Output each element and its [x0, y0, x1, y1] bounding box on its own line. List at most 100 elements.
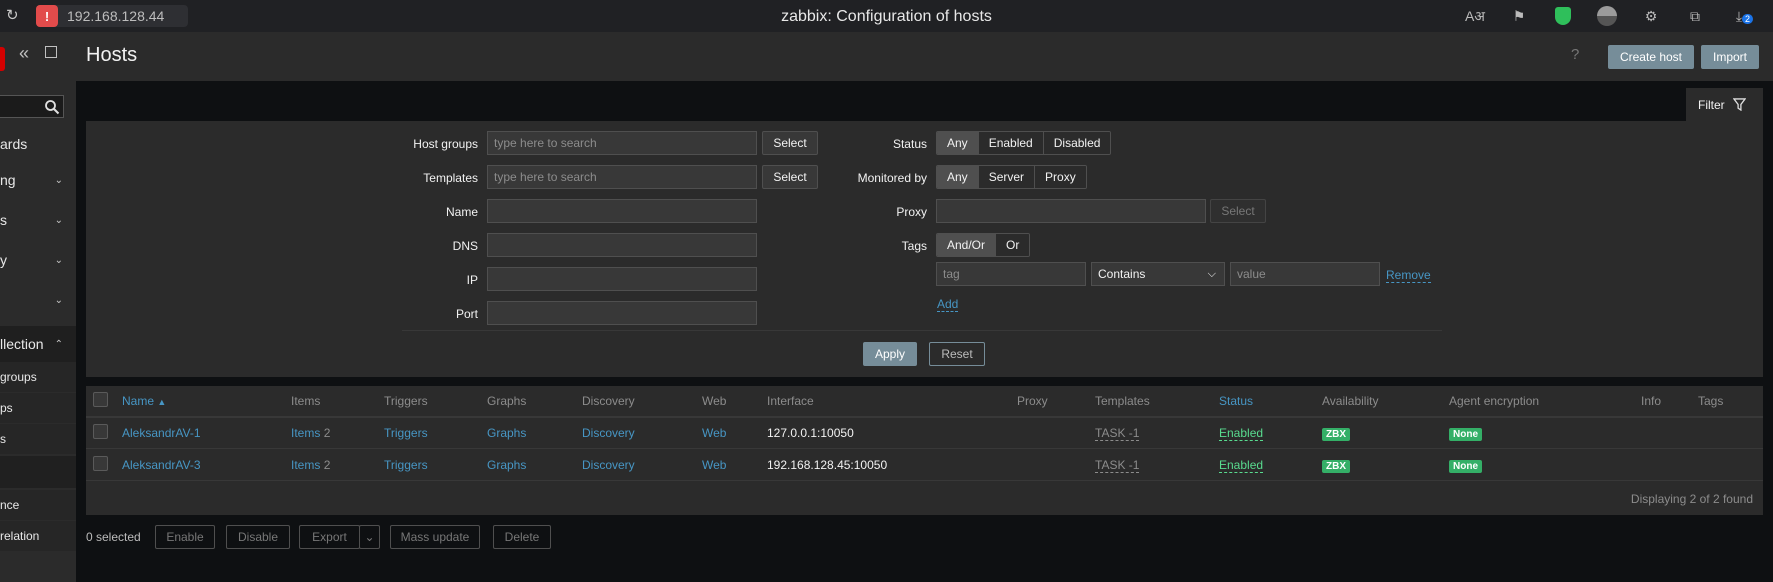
robot-extension-icon[interactable]: ⚙: [1629, 6, 1673, 26]
monitored-server[interactable]: Server: [977, 166, 1035, 188]
remove-tag-link[interactable]: Remove: [1386, 268, 1431, 283]
tag-value-input[interactable]: [1230, 262, 1380, 286]
discovery-link[interactable]: Discovery: [582, 458, 635, 472]
select-all-checkbox[interactable]: [93, 392, 108, 407]
sidebar-subitem-hosts[interactable]: [0, 456, 76, 488]
chevron-down-icon: ⌄: [54, 254, 63, 266]
name-input[interactable]: [487, 199, 757, 223]
host-name-link[interactable]: AleksandrAV-1: [122, 426, 201, 440]
column-items: Items: [291, 394, 321, 408]
shield-extension-icon[interactable]: [1541, 6, 1585, 26]
sidebar-item-dashboards[interactable]: ards: [0, 126, 76, 162]
search-icon[interactable]: [44, 99, 60, 115]
ip-input[interactable]: [487, 267, 757, 291]
sidebar-subitem-host-groups[interactable]: ps: [0, 393, 76, 423]
port-input[interactable]: [487, 301, 757, 325]
items-count: 2: [323, 458, 331, 472]
tag-operator-select[interactable]: Contains ⌵: [1091, 262, 1225, 286]
import-button[interactable]: Import: [1701, 45, 1759, 69]
templates-input[interactable]: [487, 165, 757, 189]
row-checkbox[interactable]: [93, 456, 108, 471]
row-divider: [86, 448, 1763, 449]
table-footer-count: Displaying 2 of 2 found: [1630, 492, 1753, 506]
triggers-link[interactable]: Triggers: [384, 458, 428, 472]
row-divider: [86, 480, 1763, 481]
graphs-link[interactable]: Graphs: [487, 426, 526, 440]
column-agent-encryption: Agent encryption: [1449, 394, 1540, 408]
bookmark-icon[interactable]: ⚑: [1497, 6, 1541, 26]
sidebar-item-reports[interactable]: ⌄: [0, 282, 76, 318]
monitored-proxy[interactable]: Proxy: [1034, 166, 1086, 188]
dns-input[interactable]: [487, 233, 757, 257]
collections-icon[interactable]: ⧉: [1673, 6, 1717, 26]
template-link[interactable]: TASK -1: [1095, 458, 1140, 473]
status-link[interactable]: Enabled: [1219, 458, 1264, 473]
host-name-link[interactable]: AleksandrAV-3: [122, 458, 201, 472]
sidebar-subitem-template-groups[interactable]: groups: [0, 362, 76, 392]
tags-and-or[interactable]: And/Or: [937, 234, 996, 256]
proxy-input[interactable]: [936, 199, 1206, 223]
template-link[interactable]: TASK -1: [1095, 426, 1140, 441]
page-header: Hosts ? Create host Import: [76, 32, 1773, 81]
sidebar-item-services[interactable]: s ⌄: [0, 202, 76, 238]
encryption-badge: None: [1449, 460, 1482, 473]
sidebar-item-monitoring[interactable]: ng ⌄: [0, 162, 76, 198]
export-button[interactable]: Export: [299, 525, 360, 549]
web-link[interactable]: Web: [702, 458, 726, 472]
items-link[interactable]: Items: [291, 426, 320, 440]
column-discovery: Discovery: [582, 394, 635, 408]
export-dropdown-icon[interactable]: ⌄: [359, 525, 380, 549]
create-host-button[interactable]: Create host: [1608, 45, 1694, 69]
sidebar-subitem-templates[interactable]: s: [0, 424, 76, 454]
enable-button[interactable]: Enable: [155, 525, 215, 549]
status-link[interactable]: Enabled: [1219, 426, 1264, 441]
status-any[interactable]: Any: [937, 132, 978, 154]
sidebar: « ards ng ⌄ s ⌄ y ⌄ ⌄ llection ⌃ groups ps s…: [0, 32, 76, 582]
add-tag-link[interactable]: Add: [937, 297, 959, 312]
sidebar-subitem-maintenance[interactable]: nce: [0, 490, 76, 520]
column-graphs: Graphs: [487, 394, 527, 408]
triggers-link[interactable]: Triggers: [384, 426, 428, 440]
mass-update-button[interactable]: Mass update: [390, 525, 480, 549]
address-bar[interactable]: ! 192.168.128.44: [36, 5, 188, 27]
sidebar-item-data-collection[interactable]: llection ⌃: [0, 326, 76, 362]
proxy-select-button[interactable]: Select: [1210, 199, 1266, 223]
disable-button[interactable]: Disable: [226, 525, 290, 549]
discovery-link[interactable]: Discovery: [582, 426, 635, 440]
status-enabled[interactable]: Enabled: [977, 132, 1043, 154]
disk-extension-icon[interactable]: [1585, 6, 1629, 26]
tags-toggle: And/Or Or: [936, 233, 1031, 257]
sidebar-subitem-event-correlation[interactable]: relation: [0, 521, 76, 551]
undock-sidebar-icon[interactable]: [45, 46, 57, 58]
translate-icon[interactable]: Aअ: [1453, 6, 1497, 26]
reset-button[interactable]: Reset: [929, 342, 985, 366]
availability-badge: ZBX: [1322, 428, 1350, 441]
help-icon[interactable]: ?: [1571, 46, 1579, 63]
web-link[interactable]: Web: [702, 426, 726, 440]
row-checkbox[interactable]: [93, 424, 108, 439]
monitored-any[interactable]: Any: [937, 166, 978, 188]
filter-tab[interactable]: Filter: [1686, 88, 1763, 121]
delete-button[interactable]: Delete: [493, 525, 551, 549]
monitored-by-toggle: Any Server Proxy: [936, 165, 1087, 189]
tag-input[interactable]: [936, 262, 1086, 286]
interface-value: 192.168.128.45:10050: [767, 458, 888, 472]
tags-or[interactable]: Or: [995, 234, 1030, 256]
table-header-line: [86, 416, 1763, 418]
chevron-down-icon: ⌄: [54, 214, 63, 226]
warning-icon[interactable]: !: [36, 5, 58, 27]
download-icon[interactable]: ⤓ 2: [1717, 6, 1761, 26]
column-name[interactable]: Name ▲: [122, 394, 166, 408]
host-groups-input[interactable]: [487, 131, 757, 155]
graphs-link[interactable]: Graphs: [487, 458, 526, 472]
collapse-sidebar-icon[interactable]: «: [19, 43, 29, 64]
reload-icon[interactable]: ↻: [6, 8, 22, 24]
items-link[interactable]: Items: [291, 458, 320, 472]
status-disabled[interactable]: Disabled: [1042, 132, 1111, 154]
apply-button[interactable]: Apply: [863, 342, 917, 366]
hosts-table: Name ▲ Items Triggers Graphs Discovery W…: [86, 386, 1763, 515]
selected-count: 0 selected: [86, 530, 141, 544]
column-status[interactable]: Status: [1219, 394, 1253, 408]
sidebar-item-inventory[interactable]: y ⌄: [0, 242, 76, 278]
page-title: Hosts: [86, 44, 138, 66]
